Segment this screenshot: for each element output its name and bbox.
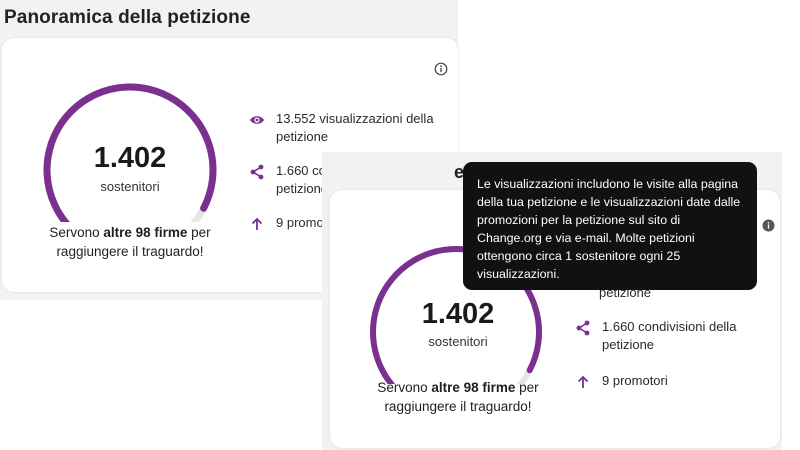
goal-highlight: altre 98 firme	[103, 225, 188, 240]
stat-views-line2: petizione	[276, 129, 329, 144]
eye-icon	[246, 111, 268, 129]
stat-views: 13.552 visualizzazioni della petizione	[246, 110, 434, 146]
info-icon[interactable]	[434, 62, 448, 81]
page-title: Panoramica della petizione	[4, 7, 251, 28]
goal-line2: raggiungere il traguardo!	[56, 244, 204, 259]
arrow-up-icon	[572, 373, 594, 391]
second-goal-prefix: Servono	[377, 380, 432, 395]
second-goal-message: Servono altre 98 firme per raggiungere i…	[370, 378, 546, 416]
info-icon-active[interactable]	[762, 219, 775, 237]
second-stat-shares: 1.660 condivisioni della petizione	[572, 318, 736, 354]
tooltip-text: Le visualizzazioni includono le visite a…	[477, 177, 741, 281]
second-goal-suffix: per	[515, 380, 539, 395]
views-info-tooltip: Le visualizzazioni includono le visite a…	[463, 162, 757, 290]
arrow-up-icon	[246, 215, 268, 233]
supporters-count: 1.402	[93, 142, 167, 174]
stat-shares-line2: petizione	[276, 181, 329, 196]
second-goal-line2: raggiungere il traguardo!	[384, 399, 532, 414]
supporters-label: sostenitori	[100, 179, 160, 194]
second-stat-shares-line1: 1.660 condivisioni della	[602, 319, 737, 334]
goal-message: Servono altre 98 firme per raggiungere i…	[42, 223, 218, 261]
goal-suffix: per	[187, 225, 211, 240]
second-supporters-count: 1.402	[421, 298, 495, 330]
share-icon	[572, 319, 594, 337]
stat-views-line1: 13.552 visualizzazioni della	[276, 111, 434, 126]
second-stat-shares-line2: petizione	[602, 337, 655, 352]
second-stat-promoters: 9 promotori	[572, 372, 668, 391]
supporters-gauge: 1.402 sostenitori	[40, 82, 220, 222]
goal-prefix: Servono	[49, 225, 104, 240]
second-supporters-label: sostenitori	[428, 334, 488, 349]
share-icon	[246, 163, 268, 181]
second-stat-promoters-text: 9 promotori	[602, 373, 668, 388]
second-goal-highlight: altre 98 firme	[431, 380, 516, 395]
